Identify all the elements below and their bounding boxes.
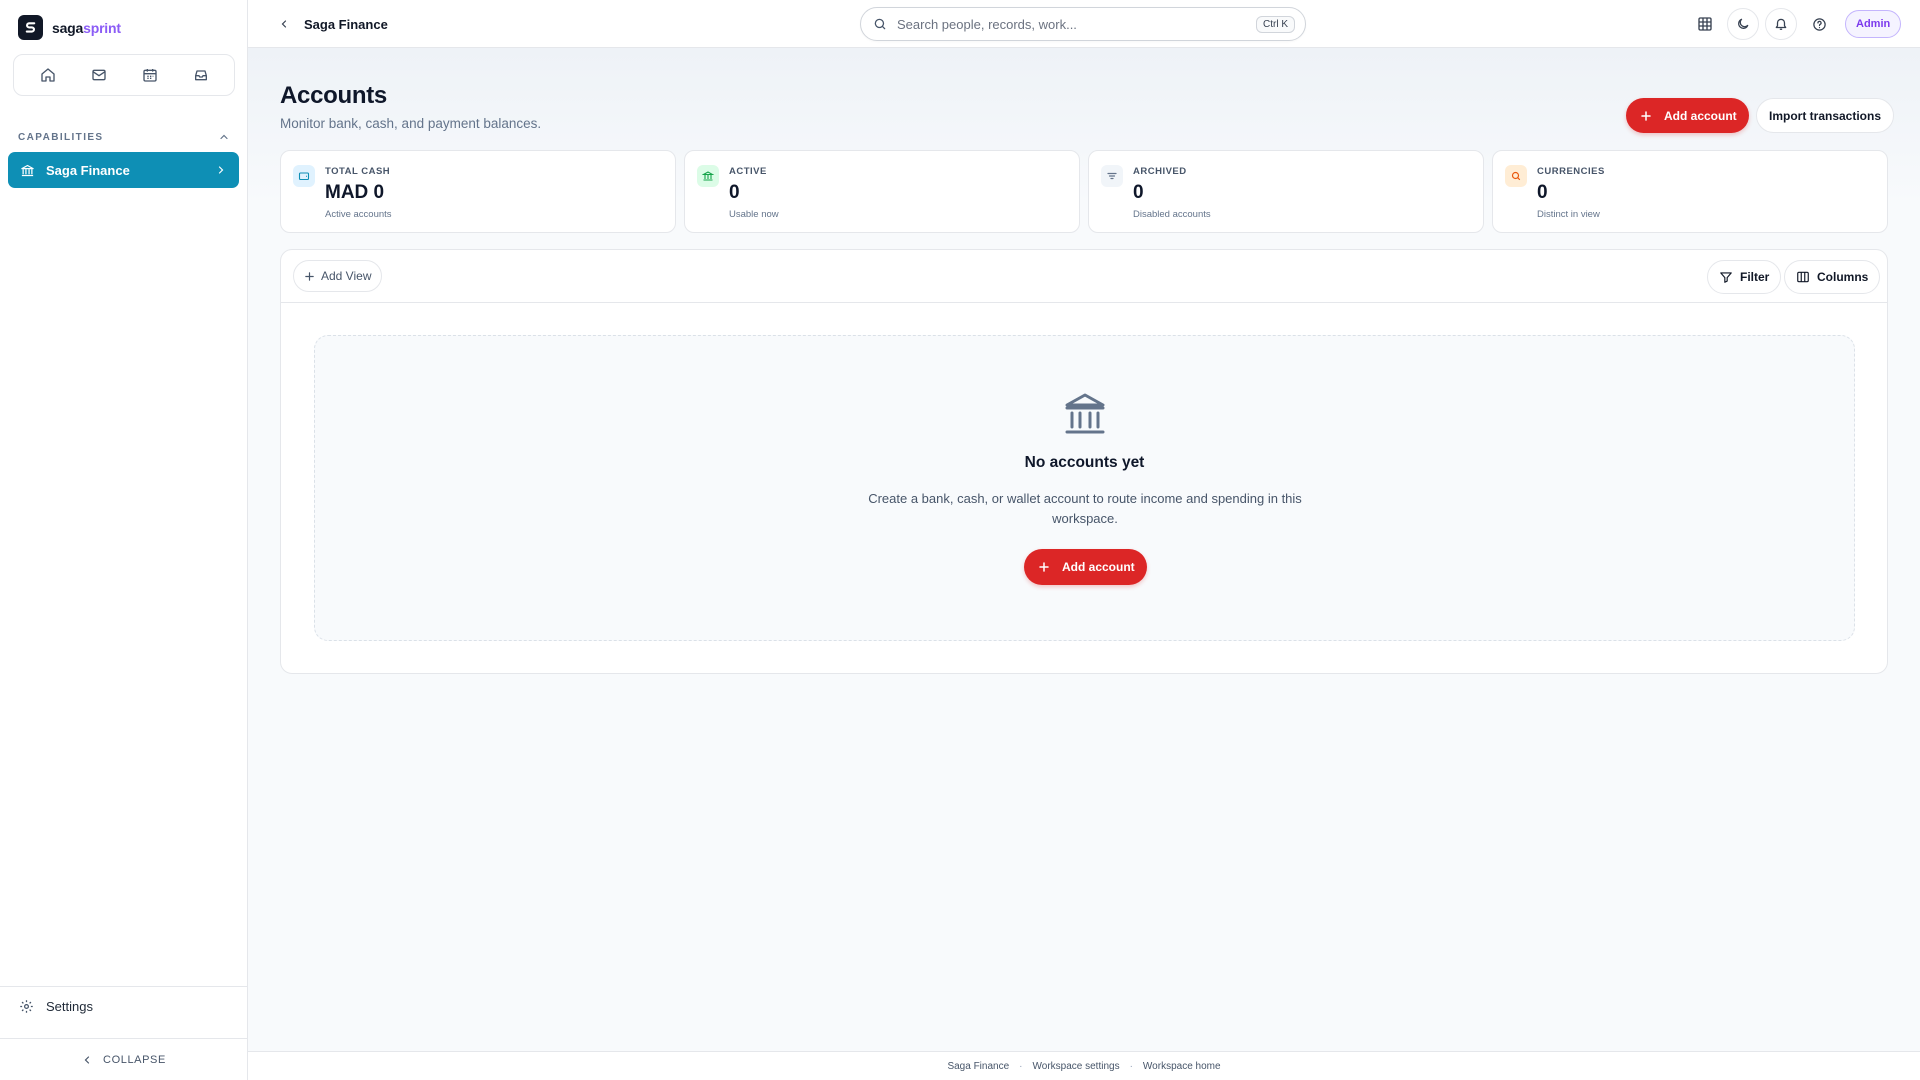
chevron-up-icon (220, 134, 228, 140)
stat-hint: Active accounts (325, 209, 392, 220)
stat-label: ACTIVE (729, 166, 767, 177)
stat-label: ARCHIVED (1133, 166, 1187, 177)
brand-logo-icon (18, 15, 43, 40)
stat-label: CURRENCIES (1537, 166, 1605, 177)
bank-icon (21, 164, 34, 176)
admin-badge[interactable]: Admin (1845, 10, 1902, 38)
capabilities-section-header[interactable]: CAPABILITIES (18, 131, 230, 143)
settings-button[interactable]: Settings (0, 986, 247, 1026)
plus-icon (1641, 110, 1651, 121)
filter-icon (1720, 272, 1732, 283)
footer: Saga Finance · Workspace settings · Work… (248, 1051, 1920, 1080)
collapse-sidebar-button[interactable]: COLLAPSE (0, 1038, 247, 1080)
footer-separator: · (1129, 1060, 1133, 1072)
empty-state: No accounts yet Create a bank, cash, or … (314, 335, 1855, 641)
stat-value: 0 (1537, 182, 1548, 203)
bell-icon (1775, 18, 1787, 30)
global-search[interactable]: Ctrl K (860, 7, 1306, 41)
add-account-label: Add account (1062, 560, 1135, 574)
stat-card-archived: ARCHIVED 0 Disabled accounts (1088, 150, 1484, 233)
sidebar: sagasprint CAPABILITIES Saga Finance Set… (0, 0, 248, 1080)
page-title: Accounts (280, 82, 387, 109)
stat-hint: Disabled accounts (1133, 209, 1211, 220)
add-view-label: Add View (321, 269, 372, 283)
gear-icon (20, 1000, 33, 1013)
filter-label: Filter (1740, 270, 1770, 284)
footer-link-saga-finance[interactable]: Saga Finance (947, 1061, 1009, 1072)
section-title: CAPABILITIES (18, 131, 104, 143)
stat-label: TOTAL CASH (325, 166, 391, 177)
home-button[interactable] (31, 60, 65, 90)
search-input[interactable] (897, 16, 1256, 32)
columns-button[interactable]: Columns (1784, 260, 1881, 294)
add-account-empty-button[interactable]: Add account (1024, 549, 1147, 585)
grid-icon (1698, 17, 1712, 31)
moon-icon (1738, 18, 1749, 29)
bank-icon (697, 165, 719, 187)
mail-button[interactable] (82, 60, 116, 90)
columns-label: Columns (1817, 270, 1869, 284)
stat-value: 0 (729, 182, 740, 203)
theme-toggle-button[interactable] (1727, 8, 1759, 40)
quick-actions-bar (13, 54, 235, 96)
settings-label: Settings (46, 999, 93, 1014)
sidebar-item-label: Saga Finance (46, 162, 130, 178)
grid-button[interactable] (1689, 8, 1721, 40)
sidebar-item-saga-finance[interactable]: Saga Finance (8, 152, 239, 188)
collapse-label: COLLAPSE (103, 1053, 166, 1066)
stat-value: 0 (1133, 182, 1144, 203)
chevron-right-icon (218, 166, 224, 174)
plus-icon (305, 271, 314, 281)
chevron-left-icon (84, 1055, 90, 1064)
help-button[interactable] (1803, 8, 1835, 40)
calendar-icon (142, 69, 157, 82)
empty-state-title: No accounts yet (1024, 454, 1145, 471)
add-account-button[interactable]: Add account (1626, 98, 1749, 133)
breadcrumb: Saga Finance (278, 0, 388, 48)
inbox-icon (194, 70, 207, 81)
topbar: Saga Finance Ctrl K Admin (248, 0, 1920, 48)
stat-card-currencies: CURRENCIES 0 Distinct in view (1492, 150, 1888, 233)
footer-link-workspace-settings[interactable]: Workspace settings (1033, 1061, 1120, 1072)
panel-toolbar: Add View Filter Columns (281, 250, 1887, 303)
help-icon (1812, 17, 1826, 31)
inbox-button[interactable] (184, 60, 218, 90)
accounts-panel: Add View Filter Columns No accounts yet … (280, 249, 1888, 674)
add-view-button[interactable]: Add View (293, 260, 383, 292)
brand-name: sagasprint (52, 19, 121, 36)
bank-icon (1065, 393, 1105, 434)
stat-hint: Distinct in view (1537, 209, 1600, 220)
topbar-actions: Admin (1689, 0, 1902, 48)
wallet-icon (293, 165, 315, 187)
back-chevron-icon[interactable] (278, 18, 290, 30)
stat-card-total-cash: TOTAL CASH MAD 0 Active accounts (280, 150, 676, 233)
stat-hint: Usable now (729, 209, 779, 220)
page-subtitle: Monitor bank, cash, and payment balances… (280, 116, 542, 131)
stat-value: MAD 0 (325, 182, 385, 203)
footer-separator: · (1019, 1060, 1023, 1072)
empty-state-description: Create a bank, cash, or wallet account t… (868, 491, 1302, 526)
search-icon (1505, 165, 1527, 187)
breadcrumb-title[interactable]: Saga Finance (304, 17, 388, 32)
footer-link-workspace-home[interactable]: Workspace home (1143, 1061, 1221, 1072)
filter-lines-icon (1101, 165, 1123, 187)
filter-button[interactable]: Filter (1707, 260, 1782, 294)
home-icon (40, 68, 55, 82)
brand[interactable]: sagasprint (18, 15, 121, 40)
import-transactions-button[interactable]: Import transactions (1756, 98, 1895, 133)
notifications-button[interactable] (1765, 8, 1797, 40)
search-icon (874, 18, 886, 30)
search-shortcut-badge: Ctrl K (1256, 15, 1295, 33)
calendar-button[interactable] (133, 60, 167, 90)
plus-icon (1039, 562, 1049, 572)
mail-icon (91, 69, 106, 81)
add-account-label: Add account (1664, 108, 1737, 123)
columns-icon (1797, 271, 1809, 283)
stat-card-active: ACTIVE 0 Usable now (684, 150, 1080, 233)
